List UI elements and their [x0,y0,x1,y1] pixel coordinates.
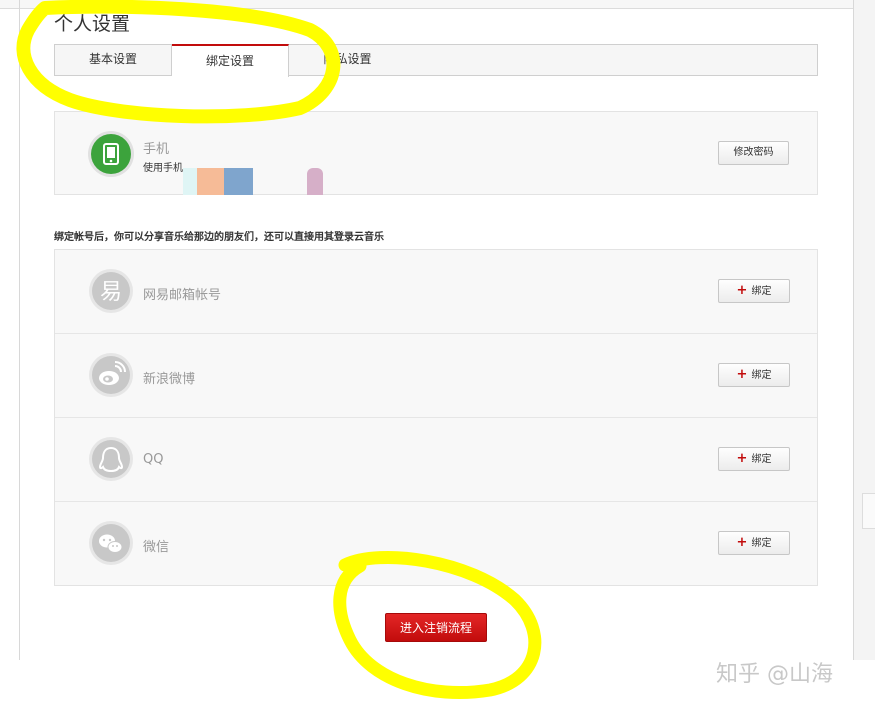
binding-row-netease: 易 网易邮箱帐号 + 绑定 [55,250,817,334]
wechat-icon [92,524,130,562]
bind-qq-button[interactable]: + 绑定 [718,447,790,471]
plus-icon: + [736,283,748,298]
plus-icon: + [736,451,748,466]
page-title: 个人设置 [54,13,131,35]
content-left-border [19,0,20,660]
plus-icon: + [736,367,748,382]
outer-right-area [854,0,875,660]
top-border [0,8,875,9]
binding-row-qq: QQ + 绑定 [55,418,817,502]
qq-icon [92,440,130,478]
binding-row-wechat: 微信 + 绑定 [55,502,817,586]
enter-deregistration-button[interactable]: 进入注销流程 [385,613,487,642]
sina-weibo-icon [92,356,130,394]
redaction-block [183,168,197,195]
bind-wechat-button[interactable]: + 绑定 [718,531,790,555]
account-binding-list: 易 网易邮箱帐号 + 绑定 新浪微博 + 绑定 QQ + 绑定 微信 + 绑定 [54,249,818,586]
top-bar [0,0,875,8]
svg-text:易: 易 [100,280,122,305]
tab-binding-settings[interactable]: 绑定设置 [172,44,289,77]
watermark: 知乎 @山海 [716,662,833,687]
tab-basic-settings[interactable]: 基本设置 [55,44,172,76]
bind-weibo-button[interactable]: + 绑定 [718,363,790,387]
settings-tabs: 基本设置 绑定设置 隐私设置 [54,44,818,77]
netease-mail-icon: 易 [92,272,130,310]
redaction-block [307,168,323,195]
change-password-button[interactable]: 修改密码 [718,141,789,165]
mobile-phone-icon [91,134,131,174]
tab-privacy-settings[interactable]: 隐私设置 [289,44,406,76]
bind-button-label: 绑定 [751,454,772,465]
bind-netease-button[interactable]: + 绑定 [718,279,790,303]
redaction-block [197,168,224,195]
binding-label: 网易邮箱帐号 [143,288,222,303]
phone-subtitle: 使用手机 [143,163,183,174]
binding-label: 新浪微博 [143,372,196,387]
side-feedback-handle[interactable] [862,493,875,529]
bind-button-label: 绑定 [751,286,772,297]
phone-title: 手机 [143,142,170,157]
plus-icon: + [736,535,748,550]
phone-binding-card: 手机 使用手机 修改密码 [54,111,818,195]
bind-button-label: 绑定 [751,370,772,381]
redaction-block [224,168,253,195]
binding-hint-text: 绑定帐号后，你可以分享音乐给那边的朋友们，还可以直接用其登录云音乐 [54,232,384,243]
binding-label: QQ [143,452,164,467]
binding-label: 微信 [143,540,170,555]
binding-row-weibo: 新浪微博 + 绑定 [55,334,817,418]
bind-button-label: 绑定 [751,538,772,549]
